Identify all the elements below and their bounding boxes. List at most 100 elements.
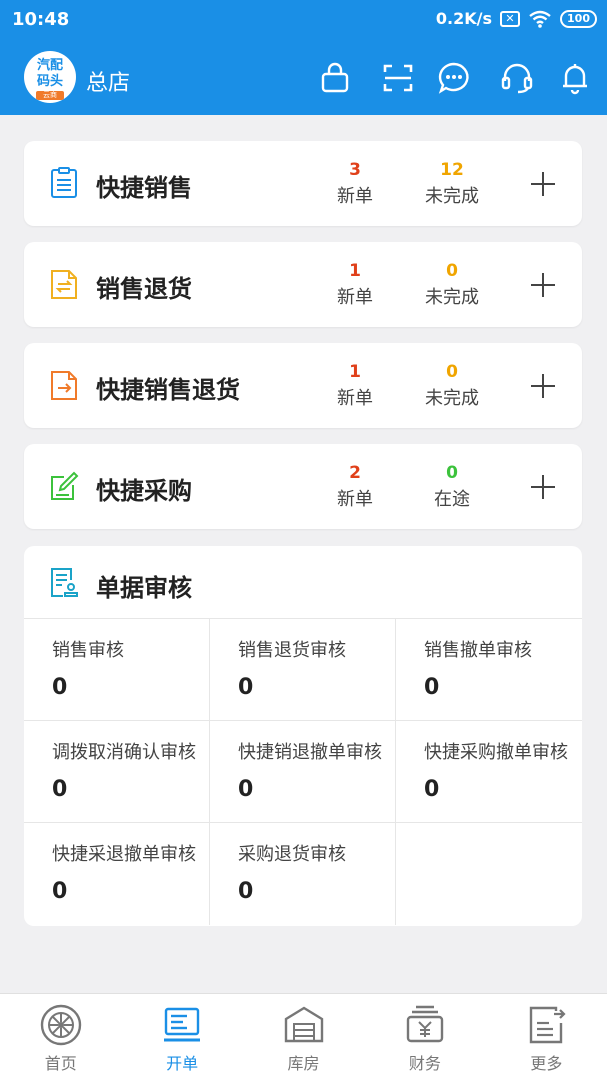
wheel-icon: [40, 1004, 81, 1046]
incomplete-label: 未完成: [425, 388, 479, 409]
audit-item-count: 0: [52, 675, 68, 700]
audit-item-empty: [396, 823, 582, 925]
audit-item-count: 0: [424, 675, 440, 700]
audit-item-quick-purchase-cancel[interactable]: 快捷采购撤单审核 0: [396, 721, 582, 823]
new-orders-count: 3: [349, 160, 361, 180]
audit-item-label: 快捷采购撤单审核: [424, 742, 568, 763]
new-orders-label: 新单: [337, 186, 373, 207]
audit-item-quick-return-cancel[interactable]: 快捷销退撤单审核 0: [210, 721, 396, 823]
audit-item-purchase-return[interactable]: 采购退货审核 0: [210, 823, 396, 925]
audit-item-sales[interactable]: 销售审核 0: [24, 619, 210, 721]
nav-label: 开单: [166, 1054, 199, 1073]
in-transit-count: 0: [446, 463, 458, 483]
message-icon[interactable]: [437, 61, 471, 95]
audit-document-icon: [51, 568, 78, 597]
audit-item-label: 销售退货审核: [238, 640, 346, 661]
nav-label: 库房: [287, 1054, 320, 1073]
new-orders-count: 1: [349, 261, 361, 281]
new-orders-stat[interactable]: 2 新单: [315, 463, 395, 511]
logo-text-line1: 汽配: [36, 58, 63, 73]
headset-icon[interactable]: [500, 61, 534, 95]
edit-document-icon: [51, 471, 79, 500]
bell-icon[interactable]: [558, 61, 592, 95]
bag-icon[interactable]: [318, 61, 352, 95]
add-quick-purchase-icon[interactable]: [530, 474, 556, 500]
card-title: 快捷采购: [96, 477, 192, 505]
quick-sale-card[interactable]: 快捷销售 3 新单 12 未完成: [24, 141, 582, 226]
card-title: 销售退货: [96, 275, 192, 303]
audit-item-count: 0: [52, 879, 68, 904]
add-quick-sale-icon[interactable]: [530, 171, 556, 197]
incomplete-count: 12: [440, 160, 464, 180]
new-orders-label: 新单: [337, 287, 373, 308]
app-logo: 汽配 码头 云商: [24, 51, 76, 103]
audit-item-count: 0: [238, 675, 254, 700]
card-title: 快捷销售退货: [96, 376, 240, 404]
audit-title: 单据审核: [96, 574, 192, 602]
audit-item-label: 销售审核: [52, 640, 124, 661]
warehouse-icon: [284, 1006, 323, 1043]
incomplete-count: 0: [446, 362, 458, 382]
audit-item-transfer-cancel[interactable]: 调拨取消确认审核 0: [24, 721, 210, 823]
quick-sales-return-card[interactable]: 快捷销售退货 1 新单 0 未完成: [24, 343, 582, 428]
incomplete-count: 0: [446, 261, 458, 281]
audit-item-label: 快捷销退撤单审核: [238, 742, 382, 763]
incomplete-label: 未完成: [425, 287, 479, 308]
nav-label: 更多: [530, 1054, 563, 1073]
status-bar: 10:48 0.2K/s ✕ 100: [0, 0, 607, 40]
battery-icon: 100: [560, 9, 597, 28]
in-transit-label: 在途: [434, 489, 470, 510]
new-orders-stat[interactable]: 1 新单: [315, 362, 395, 410]
bottom-nav: 首页 开单 库房 财务 更多: [0, 993, 607, 1080]
scan-icon[interactable]: [381, 61, 415, 95]
more-icon: [530, 1006, 566, 1044]
document-audit-card: 单据审核 销售审核 0 销售退货审核 0 销售撤单审核 0 调拨取消确认审核 0…: [24, 546, 582, 926]
finance-icon: [406, 1005, 444, 1043]
status-icons: 0.2K/s ✕ 100: [436, 9, 597, 28]
audit-item-sales-return[interactable]: 销售退货审核 0: [210, 619, 396, 721]
audit-item-count: 0: [238, 777, 254, 802]
store-name[interactable]: 总店: [86, 65, 130, 97]
audit-item-quick-purchase-return-cancel[interactable]: 快捷采退撤单审核 0: [24, 823, 210, 925]
status-time: 10:48: [12, 9, 70, 30]
add-quick-sales-return-icon[interactable]: [530, 373, 556, 399]
nav-label: 首页: [44, 1054, 77, 1073]
logo-band: 云商: [36, 91, 64, 100]
incomplete-stat[interactable]: 0 未完成: [412, 261, 492, 309]
export-document-icon: [51, 371, 77, 400]
audit-item-label: 采购退货审核: [238, 844, 346, 865]
audit-item-label: 调拨取消确认审核: [52, 742, 196, 763]
audit-item-label: 快捷采退撤单审核: [52, 844, 196, 865]
new-orders-count: 1: [349, 362, 361, 382]
audit-grid: 销售审核 0 销售退货审核 0 销售撤单审核 0 调拨取消确认审核 0 快捷销退…: [24, 618, 582, 925]
nav-label: 财务: [408, 1054, 441, 1073]
top-bar: 汽配 码头 云商 总店: [0, 40, 607, 115]
clipboard-icon: [51, 167, 77, 198]
incomplete-stat[interactable]: 12 未完成: [412, 160, 492, 208]
nav-order[interactable]: 开单: [121, 994, 242, 1080]
new-orders-stat[interactable]: 3 新单: [315, 160, 395, 208]
return-document-icon: [51, 270, 77, 299]
nav-more[interactable]: 更多: [486, 994, 607, 1080]
network-speed: 0.2K/s: [435, 9, 493, 28]
logo-text-line2: 码头: [36, 74, 63, 89]
new-orders-stat[interactable]: 1 新单: [315, 261, 395, 309]
add-sales-return-icon[interactable]: [530, 272, 556, 298]
audit-item-count: 0: [424, 777, 440, 802]
incomplete-stat[interactable]: 0 未完成: [412, 362, 492, 410]
new-orders-label: 新单: [337, 388, 373, 409]
card-title: 快捷销售: [96, 174, 192, 202]
audit-item-count: 0: [238, 879, 254, 904]
nav-home[interactable]: 首页: [0, 994, 121, 1080]
no-sim-icon: ✕: [500, 10, 521, 27]
audit-item-sales-cancel[interactable]: 销售撤单审核 0: [396, 619, 582, 721]
incomplete-label: 未完成: [425, 186, 479, 207]
audit-item-label: 销售撤单审核: [424, 640, 532, 661]
sales-return-card[interactable]: 销售退货 1 新单 0 未完成: [24, 242, 582, 327]
quick-purchase-card[interactable]: 快捷采购 2 新单 0 在途: [24, 444, 582, 529]
in-transit-stat[interactable]: 0 在途: [412, 463, 492, 511]
audit-item-count: 0: [52, 777, 68, 802]
nav-finance[interactable]: 财务: [364, 994, 485, 1080]
nav-warehouse[interactable]: 库房: [243, 994, 364, 1080]
wifi-icon: [529, 10, 551, 28]
